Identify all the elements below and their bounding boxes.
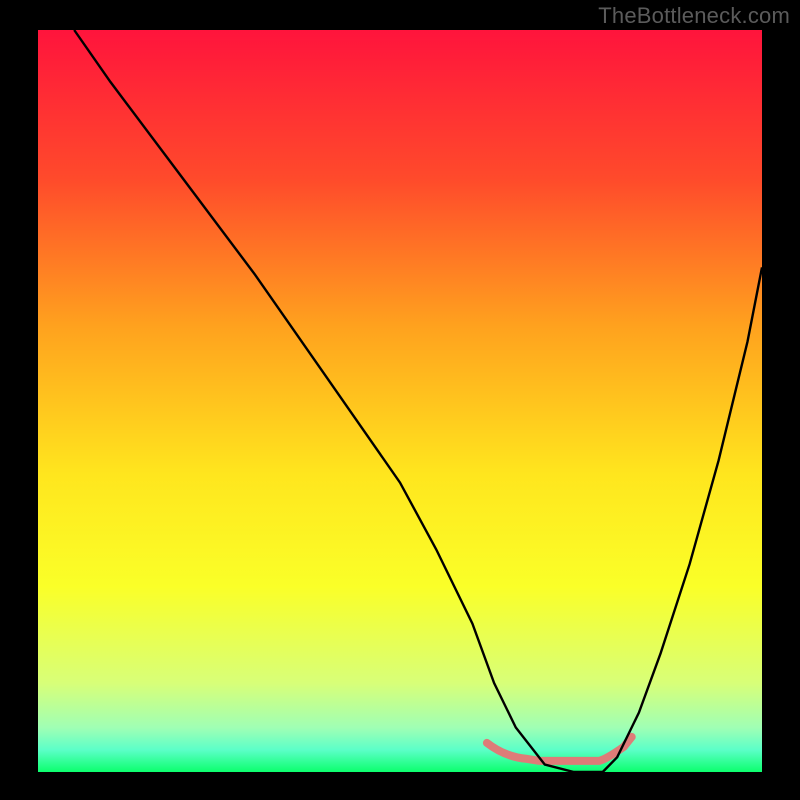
gradient-background [38,30,762,772]
bottleneck-chart [0,0,800,800]
chart-frame: TheBottleneck.com [0,0,800,800]
watermark-text: TheBottleneck.com [598,3,790,29]
